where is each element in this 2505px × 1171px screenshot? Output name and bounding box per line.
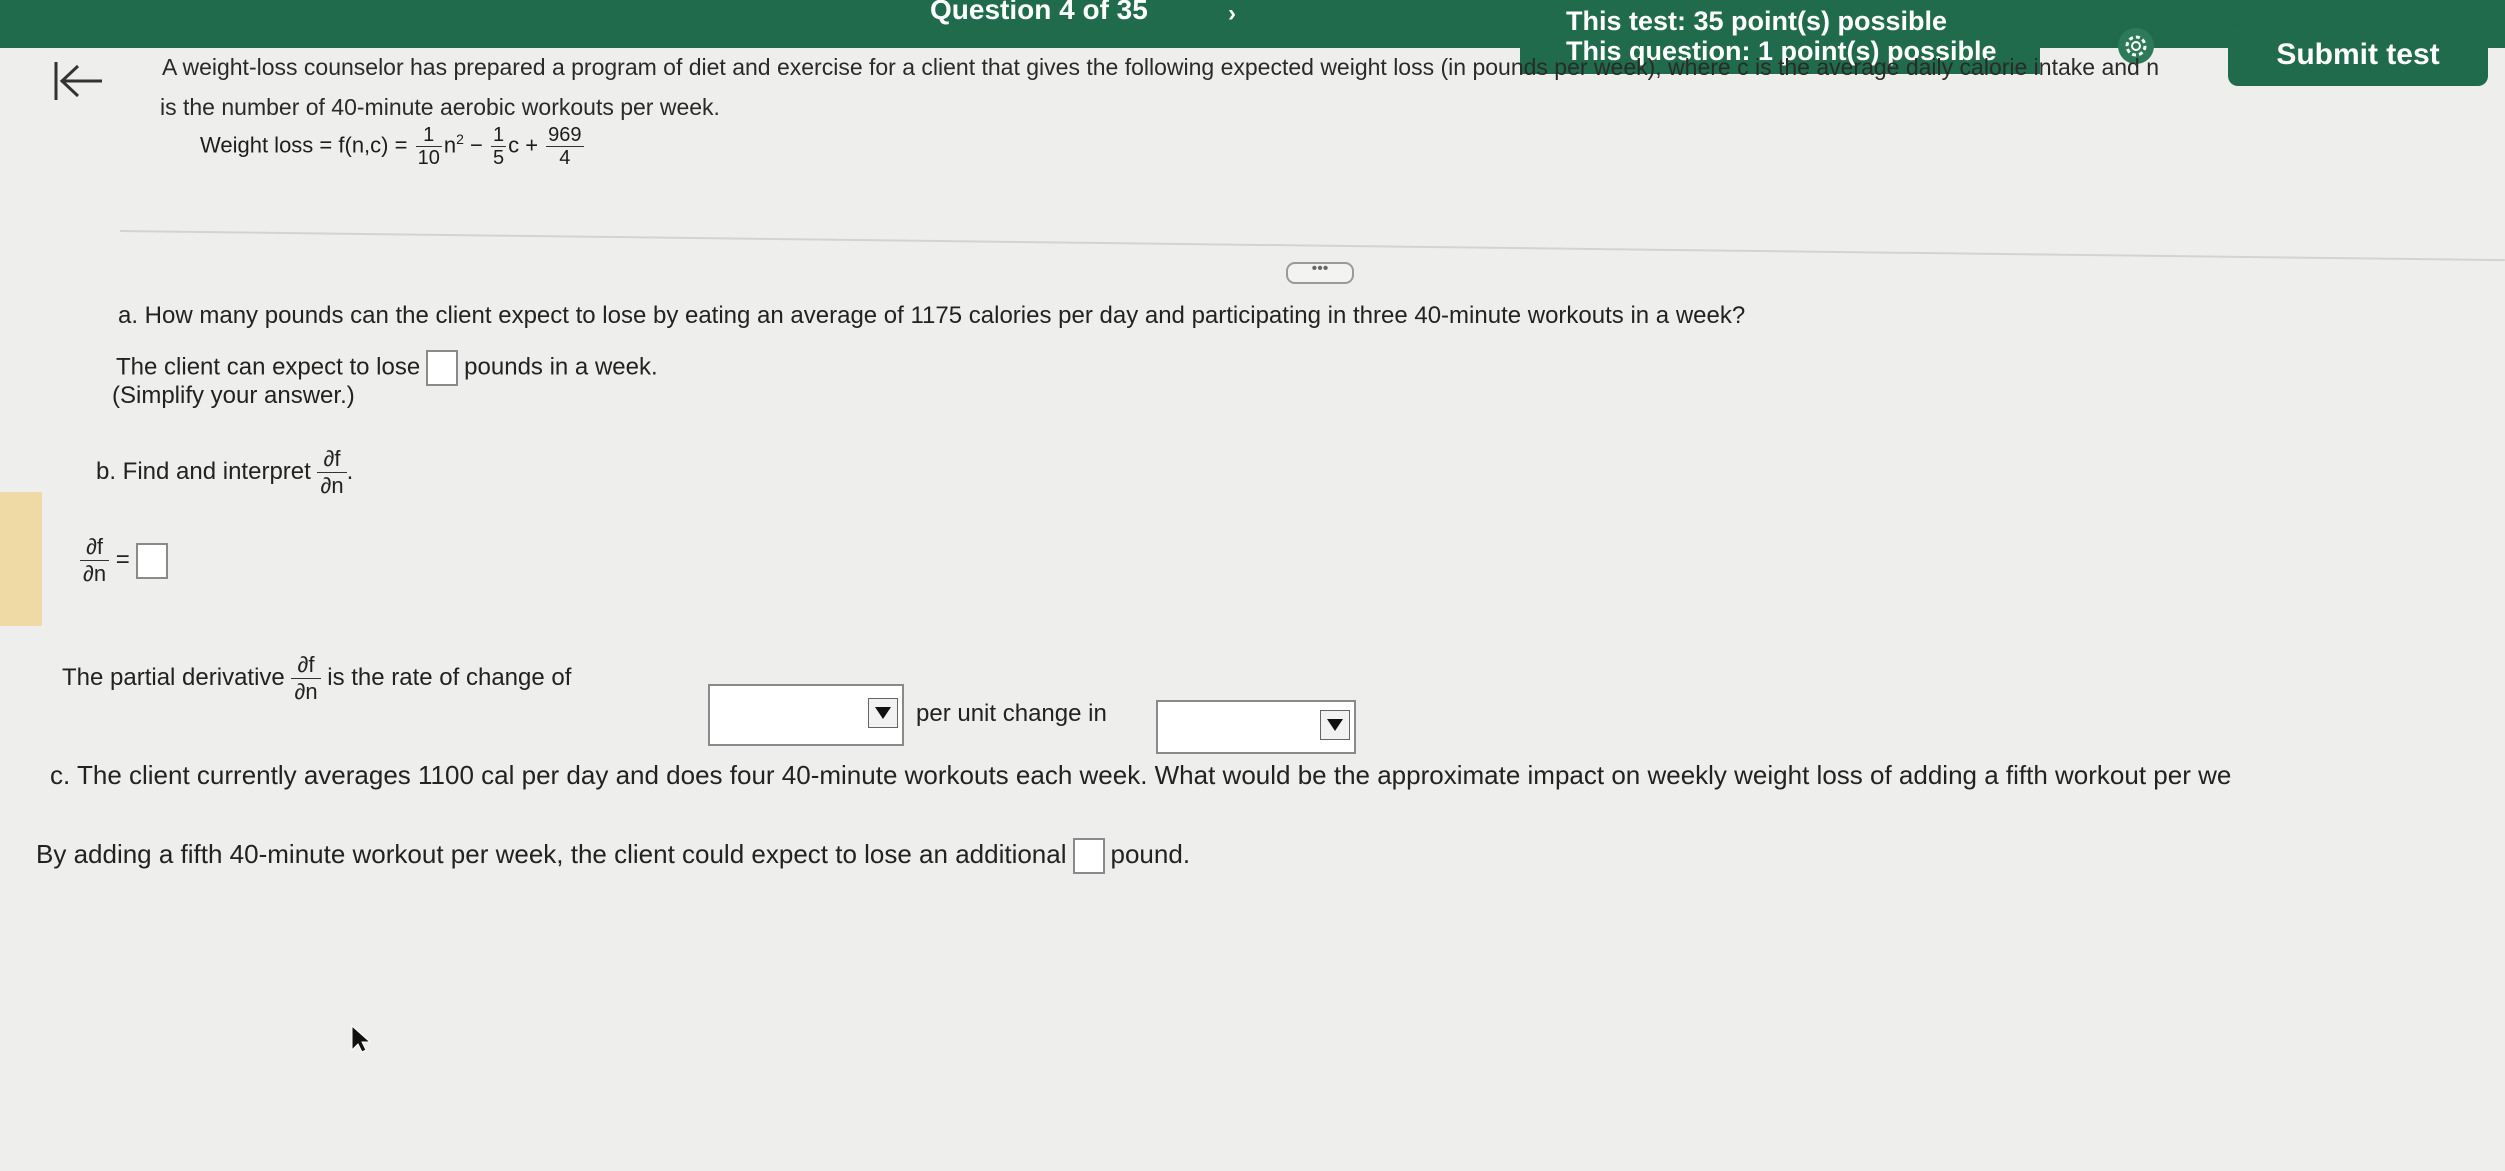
part-b-derivative-input[interactable] xyxy=(135,542,168,579)
problem-text-line1: A weight-loss counselor has prepared a p… xyxy=(162,54,2160,80)
part-b-interpretation: The partial derivative ∂f ∂n is the rate … xyxy=(62,652,572,705)
expand-more-button[interactable]: ••• xyxy=(1286,261,1354,284)
fraction-one-tenth: 1 10 xyxy=(415,124,442,169)
partial-derivative-df-dn: ∂f ∂n xyxy=(317,446,347,499)
partial-derivative-df-dn: ∂f ∂n xyxy=(80,534,110,587)
part-b-question: b. Find and interpret ∂f ∂n. xyxy=(96,446,354,499)
back-arrow-icon[interactable] xyxy=(48,56,108,106)
part-c-question: c. The client currently averages 1100 ca… xyxy=(50,760,2232,790)
formula-n: n xyxy=(443,132,457,158)
fraction-one-fifth: 15 xyxy=(490,124,507,169)
part-c-answer-line: By adding a fifth 40-minute workout per … xyxy=(36,838,1190,874)
submit-test-button[interactable]: Submit test xyxy=(2228,24,2488,86)
mouse-cursor-icon xyxy=(350,1024,372,1059)
part-a-hint: (Simplify your answer.) xyxy=(112,382,355,409)
chevron-down-icon[interactable] xyxy=(1320,710,1350,740)
sidebar-marker xyxy=(0,492,42,626)
next-question-button[interactable]: › xyxy=(1228,0,1236,28)
per-unit-change-label: per unit change in xyxy=(916,700,1107,727)
chevron-down-icon[interactable] xyxy=(868,698,898,728)
test-points-label: This test: 35 point(s) possible xyxy=(1566,6,1948,36)
part-a-answer-line: The client can expect to lose pounds in a… xyxy=(116,350,658,386)
section-divider xyxy=(119,230,2505,262)
part-c-answer-input[interactable] xyxy=(1072,838,1105,874)
rate-of-change-dropdown[interactable] xyxy=(708,684,904,746)
weight-loss-formula: Weight loss = f(n,c) = 1 10 n2 − 15c + 969… xyxy=(200,124,584,169)
formula-minus: − xyxy=(463,132,489,158)
unit-change-dropdown[interactable] xyxy=(1156,700,1356,754)
fraction-969-fourths: 969 4 xyxy=(546,124,584,169)
formula-c: c + xyxy=(508,132,539,158)
question-counter: Question 4 of 35 xyxy=(930,0,1148,25)
formula-lhs: Weight loss = f(n,c) = xyxy=(200,132,408,158)
partial-derivative-df-dn: ∂f ∂n xyxy=(291,652,321,705)
part-a-answer-input[interactable] xyxy=(426,350,459,386)
problem-text-line2: is the number of 40-minute aerobic worko… xyxy=(160,94,720,120)
part-a-question: a. How many pounds can the client expect… xyxy=(118,302,1746,329)
part-b-answer-line: ∂f ∂n = xyxy=(80,534,174,587)
